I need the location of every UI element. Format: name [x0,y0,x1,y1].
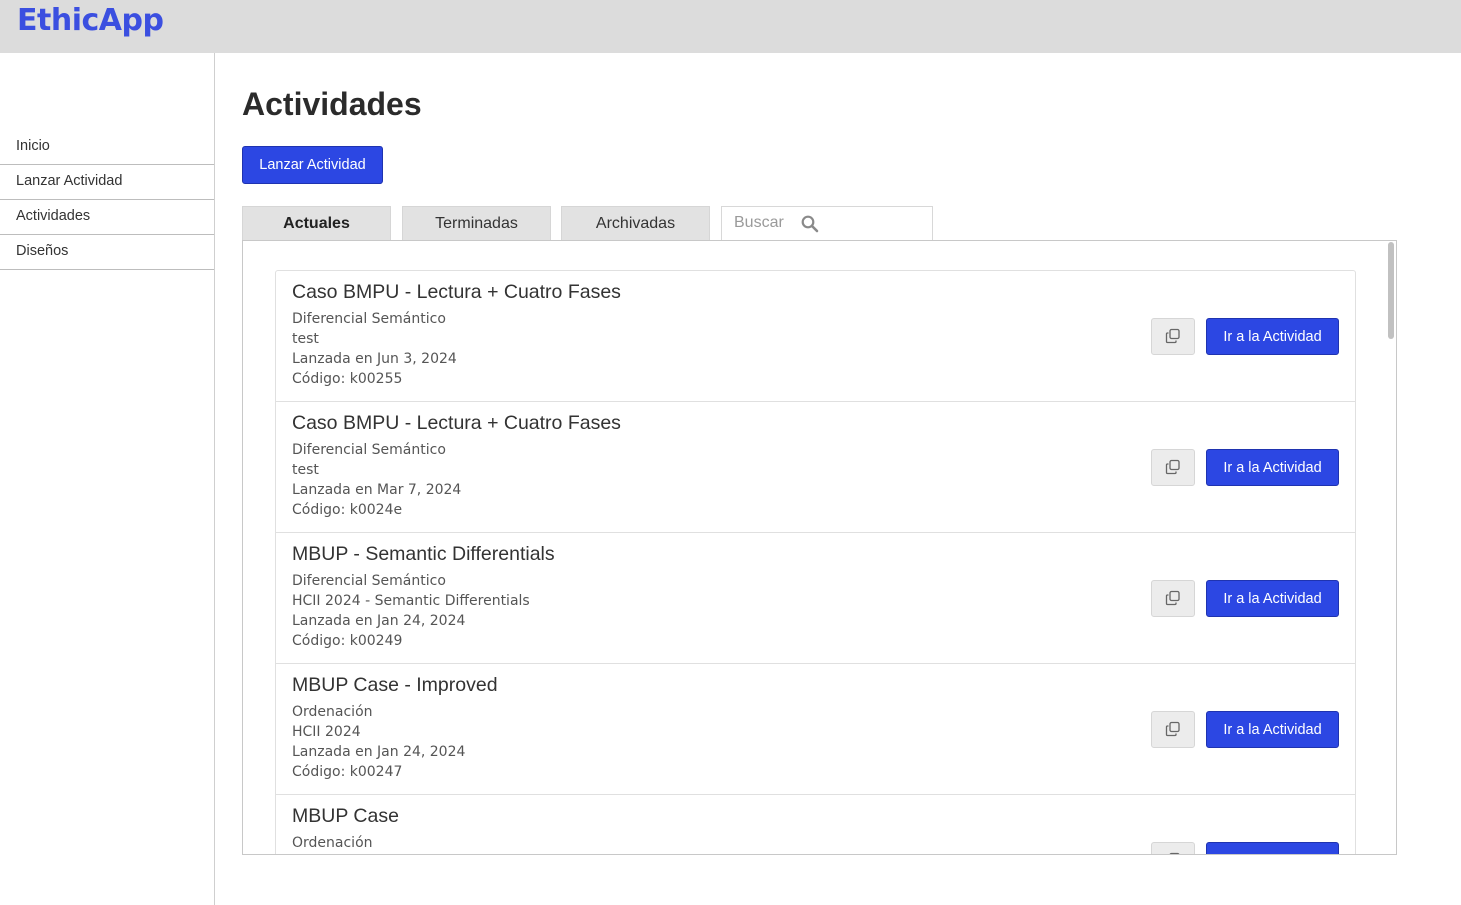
activity-title: Caso BMPU - Lectura + Cuatro Fases [292,412,621,434]
search-box [721,206,933,240]
scrollbar-thumb[interactable] [1388,242,1394,339]
copy-icon [1165,328,1180,344]
copy-button[interactable] [1151,580,1195,617]
activity-title: MBUP Case - Improved [292,674,498,696]
copy-icon [1165,590,1180,606]
tab-archivadas[interactable]: Archivadas [561,206,710,240]
search-input[interactable] [734,213,804,233]
sidebar-item-actividades[interactable]: Actividades [0,200,214,235]
activity-code: Código: k00249 [292,633,403,649]
sidebar-item-disenos[interactable]: Diseños [0,235,214,270]
copy-icon [1165,721,1180,737]
activities-panel: Caso BMPU - Lectura + Cuatro Fases Difer… [242,240,1397,855]
sidebar-menu: Inicio Lanzar Actividad Actividades Dise… [0,130,214,270]
activity-item: MBUP Case - Improved Ordenación HCII 202… [276,664,1355,795]
copy-button[interactable] [1151,449,1195,486]
page-title: Actividades [242,86,422,122]
top-bar: EthicApp [0,0,1461,53]
tab-terminadas[interactable]: Terminadas [402,206,551,240]
sidebar-item-lanzar-actividad[interactable]: Lanzar Actividad [0,165,214,200]
activity-title: MBUP Case [292,805,399,827]
copy-button[interactable] [1151,711,1195,748]
sidebar: Inicio Lanzar Actividad Actividades Dise… [0,53,215,905]
sidebar-item-inicio[interactable]: Inicio [0,130,214,165]
copy-button[interactable] [1151,842,1195,854]
go-to-activity-button[interactable]: Ir a la Actividad [1206,449,1339,486]
copy-button[interactable] [1151,318,1195,355]
activity-code: Código: k00247 [292,764,403,780]
copy-icon [1169,852,1180,854]
go-to-activity-button[interactable]: Ir a la Actividad [1206,318,1339,355]
activity-title: MBUP - Semantic Differentials [292,543,555,565]
activity-code: Código: k0024e [292,502,403,518]
search-icon[interactable] [801,215,819,233]
app-logo[interactable]: EthicApp [17,3,164,38]
activity-code: Código: k00255 [292,371,403,387]
activity-list: Caso BMPU - Lectura + Cuatro Fases Difer… [275,270,1356,854]
launch-activity-button[interactable]: Lanzar Actividad [242,146,383,184]
activity-item: Caso BMPU - Lectura + Cuatro Fases Difer… [276,271,1355,402]
main-content: Actividades Lanzar Actividad Actuales Te… [215,53,1461,905]
activity-item: MBUP Case Ordenación Ir a la Actividad [276,795,1355,854]
tab-actuales[interactable]: Actuales [242,206,391,240]
activity-title: Caso BMPU - Lectura + Cuatro Fases [292,281,621,303]
go-to-activity-button[interactable]: Ir a la Actividad [1206,842,1339,854]
go-to-activity-button[interactable]: Ir a la Actividad [1206,580,1339,617]
activity-item: Caso BMPU - Lectura + Cuatro Fases Difer… [276,402,1355,533]
activity-item: MBUP - Semantic Differentials Diferencia… [276,533,1355,664]
go-to-activity-button[interactable]: Ir a la Actividad [1206,711,1339,748]
copy-icon [1165,459,1180,475]
